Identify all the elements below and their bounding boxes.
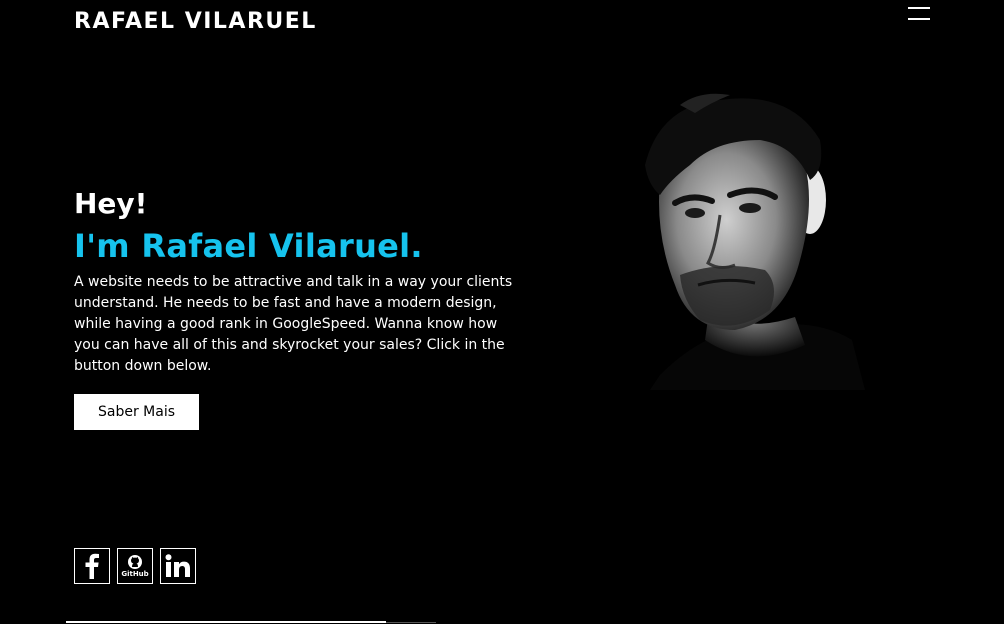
linkedin-icon [165,554,190,577]
saber-mais-button[interactable]: Saber Mais [74,394,199,430]
hero-section: Hey! I'm Rafael Vilaruel. A website need… [74,186,534,430]
portrait-illustration [645,93,865,390]
linkedin-link[interactable] [160,548,196,584]
menu-line [908,7,930,9]
github-icon [128,555,142,569]
progress-line [66,621,386,623]
github-link[interactable]: GitHub [117,548,153,584]
site-logo[interactable]: RAFAEL VILARUEL [74,9,317,34]
divider [386,622,436,623]
hero-title: I'm Rafael Vilaruel. [74,227,423,265]
hero-description: A website needs to be attractive and tal… [74,274,513,374]
facebook-link[interactable] [74,548,110,584]
hamburger-menu-button[interactable] [906,5,932,21]
hero-greeting: Hey! [74,187,148,220]
menu-line [908,18,930,20]
github-badge: GitHub [121,554,149,578]
page: RAFAEL VILARUEL Hey! I'm Rafael Vilaruel… [0,0,1004,624]
profile-photo [620,85,865,390]
facebook-icon [85,553,99,579]
social-links: GitHub [74,548,196,584]
github-label: GitHub [121,570,149,578]
